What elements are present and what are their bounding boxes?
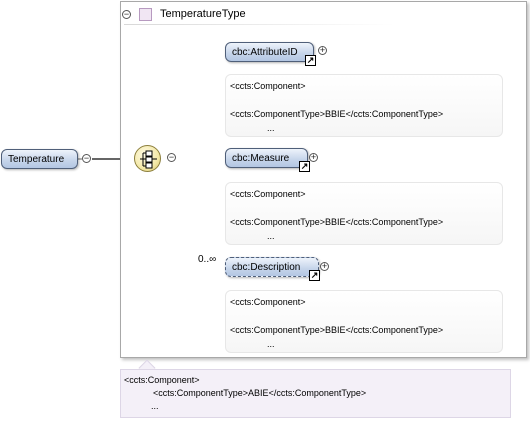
annotation-line: <ccts:Component> [230, 189, 306, 199]
type-annotation-ellipsis: ... [151, 401, 159, 411]
reference-arrow-icon: ↗ [299, 161, 310, 172]
plus-circle-icon[interactable]: + [309, 153, 318, 162]
annotation-line: <ccts:ComponentType>BBIE</ccts:Component… [230, 325, 444, 335]
cardinality-label: 0..∞ [198, 254, 217, 265]
reference-arrow-icon: ↗ [309, 270, 320, 281]
complex-type-name: TemperatureType [160, 8, 246, 20]
annotation-ellipsis: ... [267, 339, 275, 349]
complex-type-icon [139, 7, 152, 21]
complex-type-header: − TemperatureType [122, 4, 422, 24]
type-annotation-line: <ccts:Component> [124, 375, 200, 385]
annotation-line: <ccts:ComponentType>BBIE</ccts:Component… [230, 109, 444, 119]
annotation-box: <ccts:Component> <ccts:ComponentType>BBI… [225, 290, 503, 353]
plus-circle-icon[interactable]: + [320, 262, 329, 271]
minus-circle-icon[interactable]: − [122, 9, 131, 19]
type-annotation-line: <ccts:ComponentType>ABIE</ccts:Component… [153, 388, 367, 398]
annotation-line: <ccts:Component> [230, 297, 306, 307]
plus-circle-icon[interactable]: + [318, 46, 327, 55]
sequence-glyph-icon [140, 150, 157, 169]
annotation-ellipsis: ... [267, 231, 275, 241]
root-element-temperature[interactable]: Temperature [1, 149, 78, 169]
child-element-attributeid[interactable]: cbc:AttributeID [225, 42, 314, 62]
type-annotation-box: <ccts:Component> <ccts:ComponentType>ABI… [120, 369, 511, 418]
child-element-measure[interactable]: cbc:Measure [225, 148, 308, 168]
minus-circle-icon[interactable]: − [82, 154, 91, 163]
sequence-compositor-icon[interactable] [134, 145, 161, 172]
root-element-label: Temperature [8, 153, 65, 165]
annotation-line: <ccts:Component> [230, 81, 306, 91]
annotation-box: <ccts:Component> <ccts:ComponentType>BBI… [225, 182, 503, 245]
child-element-description[interactable]: cbc:Description [225, 257, 319, 277]
header-divider [124, 24, 394, 25]
child-element-label: cbc:Description [232, 261, 301, 273]
annotation-line: <ccts:ComponentType>BBIE</ccts:Component… [230, 217, 444, 227]
child-element-label: cbc:AttributeID [232, 46, 298, 58]
annotation-ellipsis: ... [267, 123, 275, 133]
annotation-box: <ccts:Component> <ccts:ComponentType>BBI… [225, 74, 503, 137]
reference-arrow-icon: ↗ [305, 55, 316, 66]
minus-circle-icon[interactable]: − [167, 153, 176, 162]
child-element-label: cbc:Measure [232, 152, 290, 164]
